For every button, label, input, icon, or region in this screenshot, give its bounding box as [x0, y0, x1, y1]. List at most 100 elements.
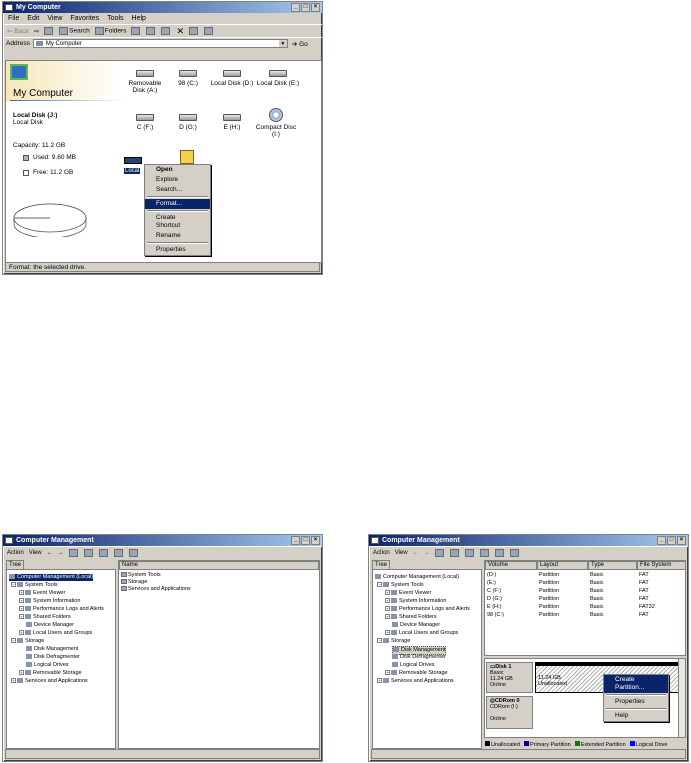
- back-arrow-icon[interactable]: ←: [413, 550, 419, 556]
- column-header-name[interactable]: Name: [119, 561, 319, 570]
- column-header-file-system[interactable]: File System: [637, 561, 685, 570]
- search-button[interactable]: Search: [59, 27, 90, 35]
- expand-icon[interactable]: +: [385, 614, 390, 620]
- menu-edit[interactable]: Edit: [27, 13, 39, 24]
- tree-item-storage[interactable]: − Storage: [377, 638, 410, 645]
- volume-cell[interactable]: (D:): [487, 572, 496, 579]
- volume-cell[interactable]: D (G:): [487, 596, 502, 603]
- volume-cell[interactable]: C (F:): [487, 588, 501, 595]
- tree-item-system-information[interactable]: + System Information: [385, 598, 446, 605]
- menu-favorites[interactable]: Favorites: [70, 13, 99, 24]
- folder-icon[interactable]: [68, 549, 78, 557]
- help-icon[interactable]: [464, 549, 474, 557]
- volume-cell[interactable]: (E:): [487, 580, 496, 587]
- tree-item-performance-logs[interactable]: + Performance Logs and Alerts: [385, 606, 470, 613]
- tree-item-logical-drives[interactable]: Logical Drives: [392, 662, 435, 669]
- expand-icon[interactable]: +: [19, 630, 24, 636]
- tree-toggle-icon[interactable]: [449, 549, 459, 557]
- view-menu[interactable]: View: [29, 550, 42, 556]
- tree-item-removable-storage[interactable]: + Removable Storage: [385, 670, 448, 677]
- drive-local-d[interactable]: Local Disk (D:): [210, 70, 254, 87]
- control-panel-icon[interactable]: [180, 150, 194, 164]
- volume-cell[interactable]: E (H:): [487, 604, 501, 611]
- expand-icon[interactable]: +: [19, 614, 24, 620]
- tree-item-logical-drives[interactable]: Logical Drives: [26, 662, 69, 669]
- drive-e-h[interactable]: E (H:): [210, 114, 254, 131]
- collapse-icon[interactable]: −: [11, 582, 16, 588]
- menu-view[interactable]: View: [47, 13, 62, 24]
- expand-icon[interactable]: +: [385, 590, 390, 596]
- tree-item-system-tools[interactable]: − System Tools: [377, 582, 424, 589]
- close-button[interactable]: ×: [311, 536, 320, 545]
- maximize-button[interactable]: □: [301, 3, 310, 12]
- menu-help[interactable]: Help: [132, 13, 146, 24]
- tree-toggle-icon[interactable]: [83, 549, 93, 557]
- tree-item-disk-defragmenter[interactable]: Disk Defragmenter: [26, 654, 80, 661]
- tree-item-local-users[interactable]: + Local Users and Groups: [385, 630, 458, 637]
- drive-local-e[interactable]: Local Disk (E:): [256, 70, 300, 87]
- tree-tab[interactable]: Tree: [6, 560, 24, 569]
- check-disk-icon[interactable]: [494, 549, 504, 557]
- collapse-icon[interactable]: −: [377, 638, 382, 644]
- minimize-button[interactable]: _: [291, 3, 300, 12]
- tree-item-device-manager[interactable]: Device Manager: [26, 622, 74, 629]
- menu-rename[interactable]: Rename: [145, 231, 210, 241]
- close-button[interactable]: ×: [677, 536, 686, 545]
- forward-button[interactable]: ⇨: [34, 27, 39, 35]
- close-button[interactable]: ×: [311, 3, 320, 12]
- expand-icon[interactable]: +: [377, 678, 382, 684]
- menu-open[interactable]: Open: [145, 165, 210, 175]
- cdrom-info[interactable]: ◎CDRom 0 CDRom (I:) Online: [486, 696, 533, 729]
- list-item[interactable]: System Tools: [121, 572, 161, 579]
- tree-item-shared-folders[interactable]: + Shared Folders: [19, 614, 71, 621]
- drive-98-c[interactable]: 98 (C:): [166, 70, 210, 87]
- tree-item-removable-storage[interactable]: + Removable Storage: [19, 670, 82, 677]
- menu-create-shortcut[interactable]: Create Shortcut: [145, 213, 210, 231]
- column-header-layout[interactable]: Layout: [537, 561, 588, 570]
- properties-icon[interactable]: [479, 549, 489, 557]
- action-menu[interactable]: Action: [7, 550, 24, 556]
- views-icon[interactable]: [204, 27, 214, 35]
- column-header-type[interactable]: Type: [588, 561, 637, 570]
- folder-icon[interactable]: [434, 549, 444, 557]
- tree-item-system-information[interactable]: + System Information: [19, 598, 80, 605]
- forward-arrow-icon[interactable]: →: [58, 550, 64, 556]
- drive-d-g[interactable]: D (G:): [166, 114, 210, 131]
- minimize-button[interactable]: _: [291, 536, 300, 545]
- maximize-button[interactable]: □: [667, 536, 676, 545]
- help-icon[interactable]: [128, 549, 138, 557]
- tree-item-event-viewer[interactable]: + Event Viewer: [385, 590, 431, 597]
- address-input[interactable]: My Computer ▼: [32, 39, 288, 48]
- column-header-volume[interactable]: Volume: [485, 561, 537, 570]
- expand-icon[interactable]: +: [385, 598, 390, 604]
- move-to-icon[interactable]: [146, 27, 156, 35]
- tree-item-disk-management[interactable]: Disk Management: [26, 646, 78, 653]
- go-button[interactable]: ➔ Go: [292, 40, 308, 48]
- tree-item-services[interactable]: + Services and Applications: [377, 678, 454, 685]
- menu-create-partition[interactable]: Create Partition...: [604, 675, 668, 693]
- folders-button[interactable]: Folders: [94, 27, 126, 35]
- menu-file[interactable]: File: [8, 13, 19, 24]
- expand-icon[interactable]: +: [385, 670, 390, 676]
- tree-item-disk-defragmenter[interactable]: Disk Defragmenter: [392, 654, 446, 661]
- tree-item-shared-folders[interactable]: + Shared Folders: [385, 614, 437, 621]
- tree-item-storage[interactable]: − Storage: [11, 638, 44, 645]
- refresh-icon[interactable]: [509, 549, 519, 557]
- up-folder-icon[interactable]: [44, 27, 54, 35]
- tree-item-performance-logs[interactable]: + Performance Logs and Alerts: [19, 606, 104, 613]
- minimize-button[interactable]: _: [657, 536, 666, 545]
- properties-icon[interactable]: [113, 549, 123, 557]
- expand-icon[interactable]: +: [19, 590, 24, 596]
- expand-icon[interactable]: +: [19, 670, 24, 676]
- export-icon[interactable]: [98, 549, 108, 557]
- menu-properties[interactable]: Properties: [145, 245, 210, 255]
- list-item[interactable]: Storage: [121, 579, 147, 586]
- menu-format[interactable]: Format...: [145, 199, 210, 209]
- history-icon[interactable]: [131, 27, 141, 35]
- tree-item-root[interactable]: Computer Management (Local): [375, 574, 459, 581]
- tree-item-device-manager[interactable]: Device Manager: [392, 622, 440, 629]
- tree-item-system-tools[interactable]: − System Tools: [11, 582, 58, 589]
- maximize-button[interactable]: □: [301, 536, 310, 545]
- collapse-icon[interactable]: −: [377, 582, 382, 588]
- expand-icon[interactable]: +: [19, 606, 24, 612]
